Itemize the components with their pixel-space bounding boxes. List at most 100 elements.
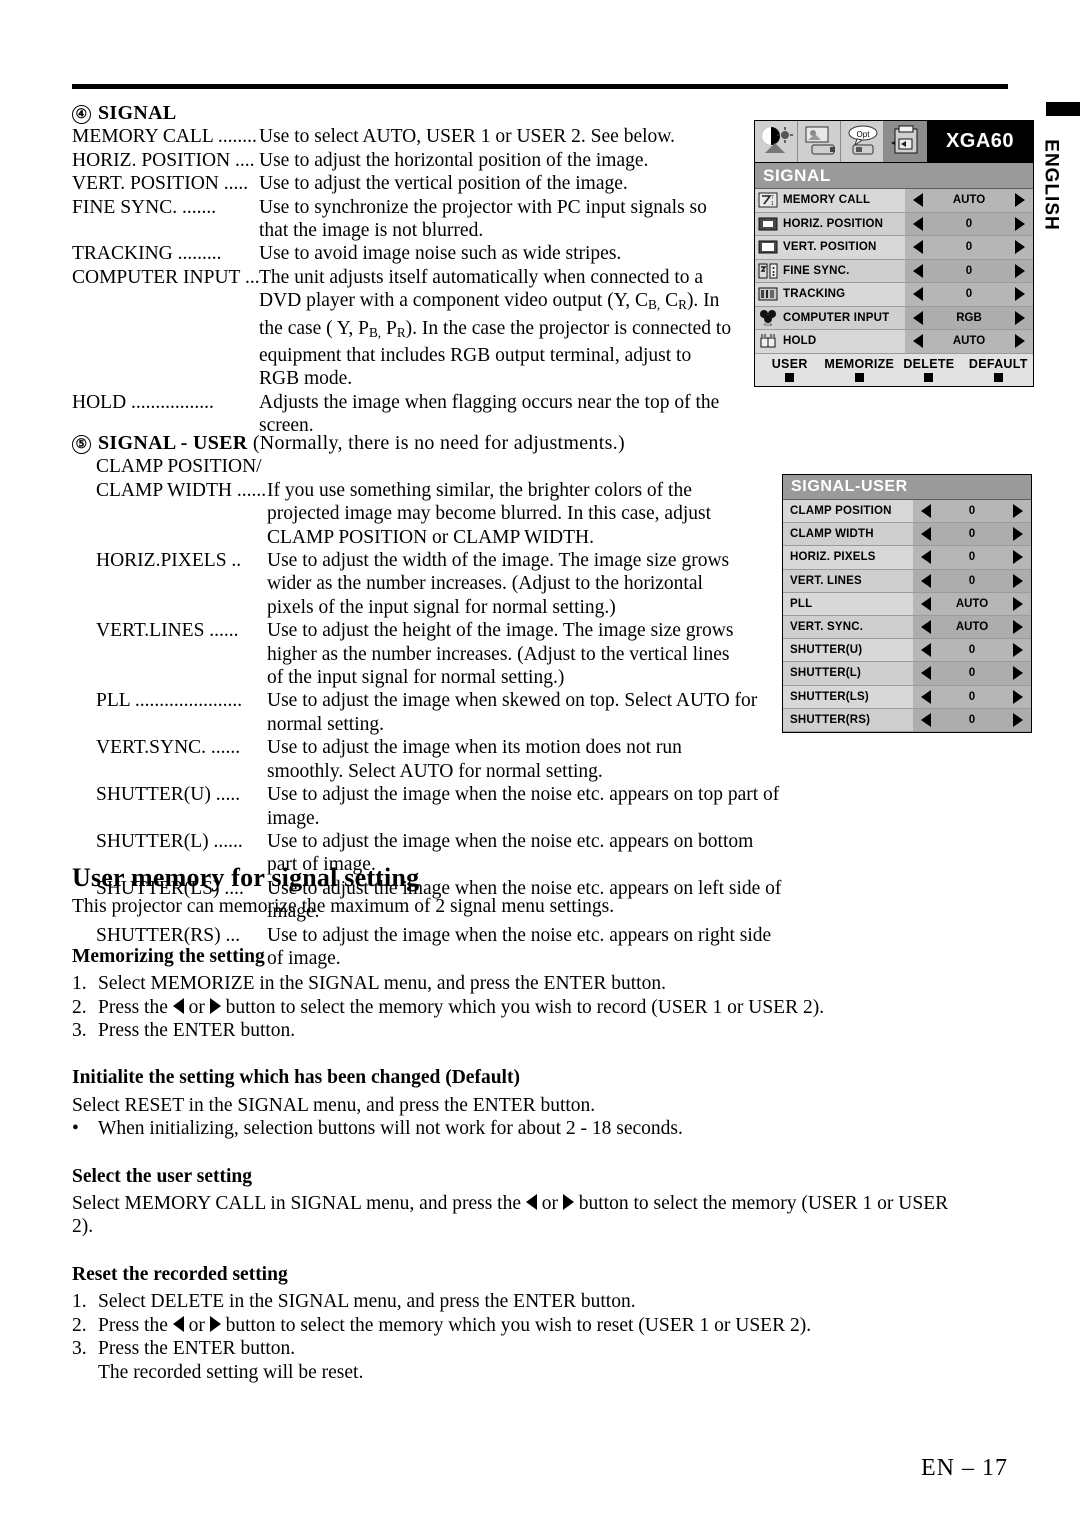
decrease-arrow-icon[interactable] [913,193,923,208]
osd-row-value-control[interactable]: 0 [913,685,1031,708]
osd-user-row-clamp-position[interactable]: CLAMP POSITION 0 [783,500,1031,524]
decrease-arrow-icon[interactable] [921,643,931,658]
osd-row-label: COMPUTER INPUT [783,311,890,324]
definition-body: Use to adjust the image when skewed on t… [267,690,758,712]
increase-arrow-icon[interactable] [1013,666,1023,681]
osd-footer-button-default[interactable]: DEFAULT [964,357,1033,382]
increase-arrow-icon[interactable] [1015,193,1025,208]
decrease-arrow-icon[interactable] [913,216,923,231]
increase-arrow-icon[interactable] [1013,573,1023,588]
definition-row: VERT. POSITION ..... Use to adjust the ve… [72,172,772,195]
osd-row-fine-sync[interactable]: FINE SYNC. 0 [755,259,1033,283]
osd-row-value-control[interactable]: 0 [913,500,1031,523]
initialize-title: Initialite the setting which has been ch… [72,1067,520,1089]
decrease-arrow-icon[interactable] [921,550,931,565]
decrease-arrow-icon[interactable] [921,666,931,681]
osd-row-value-control[interactable]: RGB [905,306,1033,329]
definition-continuation: CLAMP POSITION or CLAMP WIDTH. [267,526,594,548]
osd-row-computer-input[interactable]: RGB COMPUTER INPUT RGB [755,306,1033,330]
increase-arrow-icon[interactable] [1015,240,1025,255]
increase-arrow-icon[interactable] [1015,287,1025,302]
decrease-arrow-icon[interactable] [913,334,923,349]
osd-row-value: 0 [968,713,976,726]
osd-user-row-shutter-l[interactable]: SHUTTER(L) 0 [783,662,1031,686]
osd-row-value: 0 [965,241,973,254]
manual-page: ENGLISH ④ SIGNAL MEMORY CALL ........ Use … [0,0,1080,1528]
osd-user-row-shutter-u[interactable]: SHUTTER(U) 0 [783,639,1031,663]
osd-row-hold[interactable]: HOLD AUTO [755,330,1033,354]
osd-row-value-control[interactable]: 0 [905,212,1033,235]
increase-arrow-icon[interactable] [1015,216,1025,231]
decrease-arrow-icon[interactable] [921,620,931,635]
osd-tab-contrast-brightness[interactable] [755,121,798,162]
increase-arrow-icon[interactable] [1013,596,1023,611]
osd-row-horiz-position[interactable]: HORIZ. POSITION 0 [755,212,1033,236]
osd-tab-option[interactable]: Opt [841,121,884,162]
osd-footer-button-delete[interactable]: DELETE [894,357,963,382]
decrease-arrow-icon[interactable] [921,689,931,704]
osd-row-value-control[interactable]: 0 [913,523,1031,546]
increase-arrow-icon[interactable] [1013,550,1023,565]
osd-row-tracking[interactable]: TRACKING 0 [755,283,1033,307]
section-signal-title: SIGNAL [98,102,177,124]
increase-arrow-icon[interactable] [1015,334,1025,349]
list-item: 3. Press the ENTER button. [72,1337,962,1360]
increase-arrow-icon[interactable] [1015,263,1025,278]
osd-user-row-horiz-pixels[interactable]: HORIZ. PIXELS 0 [783,546,1031,570]
osd-row-value: RGB [956,311,982,324]
increase-arrow-icon[interactable] [1013,504,1023,519]
osd-footer-button-user[interactable]: USER [755,357,824,382]
user-memory-section: User memory for signal setting This proj… [72,864,962,1384]
increase-arrow-icon[interactable] [1013,527,1023,542]
decrease-arrow-icon[interactable] [921,504,931,519]
osd-row-value-control[interactable]: 0 [913,639,1031,662]
osd-user-row-pll[interactable]: PLL AUTO [783,592,1031,616]
memory-call-icon: 71 [755,192,781,208]
decrease-arrow-icon[interactable] [913,287,923,302]
osd-tab-image[interactable] [798,121,841,162]
osd-row-value-control[interactable]: 0 [913,569,1031,592]
osd-signal-user-menu[interactable]: SIGNAL-USER CLAMP POSITION 0 CLAMP WIDTH 0 H… [782,474,1032,733]
increase-arrow-icon[interactable] [1013,620,1023,635]
increase-arrow-icon[interactable] [1015,310,1025,325]
osd-row-memory-call[interactable]: 7 1 MEMORY CALL AUTO [755,189,1033,213]
osd-user-row-vert-lines[interactable]: VERT. LINES 0 [783,569,1031,593]
osd-user-row-shutter-ls[interactable]: SHUTTER(LS) 0 [783,685,1031,709]
definition-body: Use to avoid image noise such as wide st… [259,243,622,265]
list-item: 1. Select DELETE in the SIGNAL menu, and… [72,1290,962,1313]
decrease-arrow-icon[interactable] [913,240,923,255]
osd-row-value-control[interactable]: 0 [913,708,1031,731]
increase-arrow-icon[interactable] [1013,712,1023,727]
osd-row-value-control[interactable]: 0 [905,259,1033,282]
osd-user-row-clamp-width[interactable]: CLAMP WIDTH 0 [783,523,1031,547]
osd-row-value-control[interactable]: 0 [913,662,1031,685]
osd-row-vert-position[interactable]: VERT. POSITION 0 [755,236,1033,260]
osd-row-value-control[interactable]: AUTO [913,615,1031,639]
increase-arrow-icon[interactable] [1013,643,1023,658]
osd-tab-signal[interactable] [884,121,927,162]
osd-user-row-vert-sync[interactable]: VERT. SYNC. AUTO [783,615,1031,640]
decrease-arrow-icon[interactable] [913,263,923,278]
increase-arrow-icon[interactable] [1013,689,1023,704]
osd-row-label: SHUTTER(RS) [790,713,871,726]
decrease-arrow-icon[interactable] [921,527,931,542]
step-text-pre: Press the [98,996,168,1018]
decrease-arrow-icon[interactable] [921,573,931,588]
osd-row-value-control[interactable]: 0 [913,546,1031,569]
osd-row-value: 0 [968,644,976,657]
osd-row-value-control[interactable]: 0 [905,236,1033,259]
step-number: 3. [72,1020,87,1042]
decrease-arrow-icon[interactable] [921,712,931,727]
signal-definition-list: MEMORY CALL ........ Use to select AUTO, … [72,125,772,437]
osd-row-value-control[interactable]: AUTO [905,189,1033,212]
decrease-arrow-icon[interactable] [913,310,923,325]
horiz-position-icon [755,216,781,232]
osd-row-value-control[interactable]: AUTO [913,592,1031,615]
osd-footer-button-memorize[interactable]: MEMORIZE [824,357,894,382]
osd-row-value-control[interactable]: 0 [905,283,1033,306]
osd-signal-menu[interactable]: Opt XGA60 SIGNAL 7 1 MEMORY CALL AUTO HORIZ.… [754,120,1034,387]
osd-row-value-control[interactable]: AUTO [905,330,1033,353]
decrease-arrow-icon[interactable] [921,596,931,611]
step-text: Press the or button to select the memory… [98,1314,811,1337]
osd-user-row-shutter-rs[interactable]: SHUTTER(RS) 0 [783,708,1031,732]
